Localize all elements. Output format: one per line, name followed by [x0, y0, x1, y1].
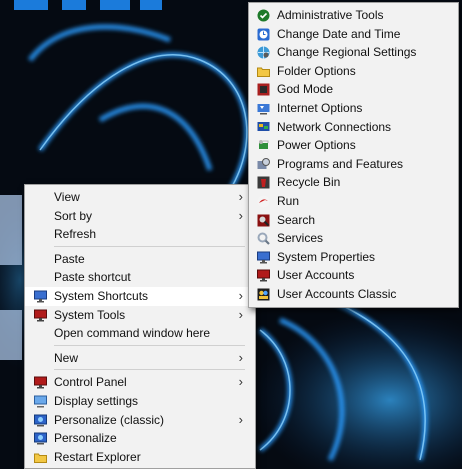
- menu-item-god-mode[interactable]: God Mode: [249, 80, 458, 99]
- menu-item-services[interactable]: Services: [249, 229, 458, 248]
- menu-item-label: New: [54, 350, 79, 365]
- menu-item-label: System Shortcuts: [54, 288, 149, 303]
- menu-separator: [54, 369, 245, 371]
- personalize-icon: [34, 432, 47, 445]
- menu-item-label: System Tools: [54, 307, 126, 322]
- menu-item-label: Personalize (classic): [54, 412, 165, 427]
- menu-item-sort-by[interactable]: Sort by ›: [25, 207, 255, 226]
- menu-item-label: Personalize: [54, 431, 117, 446]
- recycle-bin-icon: [257, 176, 270, 189]
- chevron-right-icon: ›: [238, 207, 243, 223]
- menu-item-label: Display settings: [54, 393, 139, 408]
- menu-item-system-shortcuts[interactable]: System Shortcuts ›: [25, 286, 255, 306]
- menu-item-search[interactable]: Search: [249, 211, 458, 230]
- menu-item-label: Open command window here: [54, 326, 211, 341]
- network-icon: [257, 121, 270, 131]
- menu-item-run[interactable]: Run: [249, 192, 458, 211]
- menu-item-personalize-classic[interactable]: Personalize (classic) ›: [25, 411, 255, 430]
- menu-item-refresh[interactable]: Refresh: [25, 225, 255, 244]
- menu-item-personalize[interactable]: Personalize: [25, 429, 255, 448]
- menu-item-label: Folder Options: [277, 63, 356, 78]
- admin-tools-icon: [257, 9, 270, 22]
- menu-item-change-regional-settings[interactable]: Change Regional Settings: [249, 43, 458, 62]
- menu-item-folder-options[interactable]: Folder Options: [249, 62, 458, 81]
- menu-item-label: Administrative Tools: [277, 8, 384, 22]
- menu-item-change-date-and-time[interactable]: Change Date and Time: [249, 25, 458, 44]
- run-icon: [257, 195, 270, 208]
- clock-icon: [257, 28, 270, 41]
- internet-icon: [257, 103, 270, 115]
- menu-item-label: Change Date and Time: [277, 26, 401, 41]
- display-icon: [34, 395, 47, 408]
- menu-item-power-options[interactable]: Power Options: [249, 136, 458, 155]
- chevron-right-icon: ›: [238, 374, 243, 390]
- menu-item-label: God Mode: [277, 82, 334, 97]
- menu-item-user-accounts[interactable]: User Accounts: [249, 266, 458, 285]
- red-monitor-icon: [34, 309, 47, 322]
- power-icon: [259, 140, 269, 150]
- red-monitor-icon: [34, 376, 47, 389]
- menu-item-label: Paste: [54, 251, 85, 266]
- menu-separator: [54, 344, 245, 346]
- menu-item-network-connections[interactable]: Network Connections: [249, 118, 458, 137]
- menu-item-label: View: [54, 190, 80, 204]
- menu-item-label: Search: [277, 212, 316, 227]
- menu-item-label: Network Connections: [277, 119, 392, 134]
- menu-item-restart-explorer[interactable]: Restart Explorer: [25, 448, 255, 467]
- menu-item-label: Paste shortcut: [54, 270, 131, 285]
- menu-item-label: User Accounts: [277, 268, 355, 283]
- chevron-right-icon: ›: [238, 306, 243, 322]
- chevron-right-icon: ›: [238, 411, 243, 427]
- menu-item-paste[interactable]: Paste: [25, 250, 255, 269]
- menu-item-label: Internet Options: [277, 100, 363, 115]
- menu-item-label: Change Regional Settings: [277, 45, 417, 60]
- monitor-icon: [257, 251, 270, 264]
- menu-item-label: Programs and Features: [277, 156, 404, 171]
- folder-icon: [257, 67, 270, 77]
- menu-item-system-tools[interactable]: System Tools ›: [25, 306, 255, 325]
- menu-item-view[interactable]: View ›: [25, 188, 255, 207]
- menu-item-label: System Properties: [277, 249, 376, 264]
- menu-item-label: Restart Explorer: [54, 449, 141, 464]
- menu-item-control-panel[interactable]: Control Panel ›: [25, 373, 255, 392]
- services-icon: [257, 232, 270, 245]
- programs-icon: [257, 157, 270, 169]
- menu-item-recycle-bin[interactable]: Recycle Bin: [249, 173, 458, 192]
- chevron-right-icon: ›: [238, 349, 243, 365]
- menu-item-administrative-tools[interactable]: Administrative Tools: [249, 6, 458, 25]
- chevron-right-icon: ›: [238, 189, 243, 204]
- menu-item-user-accounts-classic[interactable]: User Accounts Classic: [249, 285, 458, 304]
- search-icon: [257, 214, 270, 227]
- menu-item-display-settings[interactable]: Display settings: [25, 392, 255, 411]
- menu-item-paste-shortcut[interactable]: Paste shortcut: [25, 268, 255, 287]
- menu-separator: [54, 245, 245, 247]
- globe-icon: [257, 46, 270, 59]
- menu-item-programs-and-features[interactable]: Programs and Features: [249, 155, 458, 174]
- menu-item-label: Refresh: [54, 227, 97, 242]
- menu-item-label: Control Panel: [54, 375, 127, 390]
- menu-item-system-properties[interactable]: System Properties: [249, 248, 458, 267]
- menu-item-label: Services: [277, 231, 324, 246]
- menu-item-label: Sort by: [54, 208, 93, 223]
- monitor-icon: [34, 290, 47, 303]
- users-icon: [257, 288, 270, 301]
- desktop-context-menu: View › Sort by › Refresh Paste Paste shortcut S…: [24, 184, 256, 469]
- personalize-icon: [34, 414, 47, 427]
- god-mode-icon: [257, 83, 270, 96]
- menu-item-label: Power Options: [277, 138, 356, 153]
- menu-item-label: Recycle Bin: [277, 175, 341, 190]
- menu-item-new[interactable]: New ›: [25, 349, 255, 368]
- menu-item-open-command-window-here[interactable]: Open command window here: [25, 324, 255, 343]
- menu-item-label: User Accounts Classic: [277, 286, 397, 301]
- menu-item-label: Run: [277, 193, 300, 208]
- menu-item-internet-options[interactable]: Internet Options: [249, 99, 458, 118]
- red-monitor-icon: [257, 269, 270, 282]
- system-shortcuts-submenu: Administrative Tools Change Date and Time…: [248, 2, 459, 308]
- chevron-right-icon: ›: [238, 287, 243, 303]
- folder-icon: [34, 453, 47, 463]
